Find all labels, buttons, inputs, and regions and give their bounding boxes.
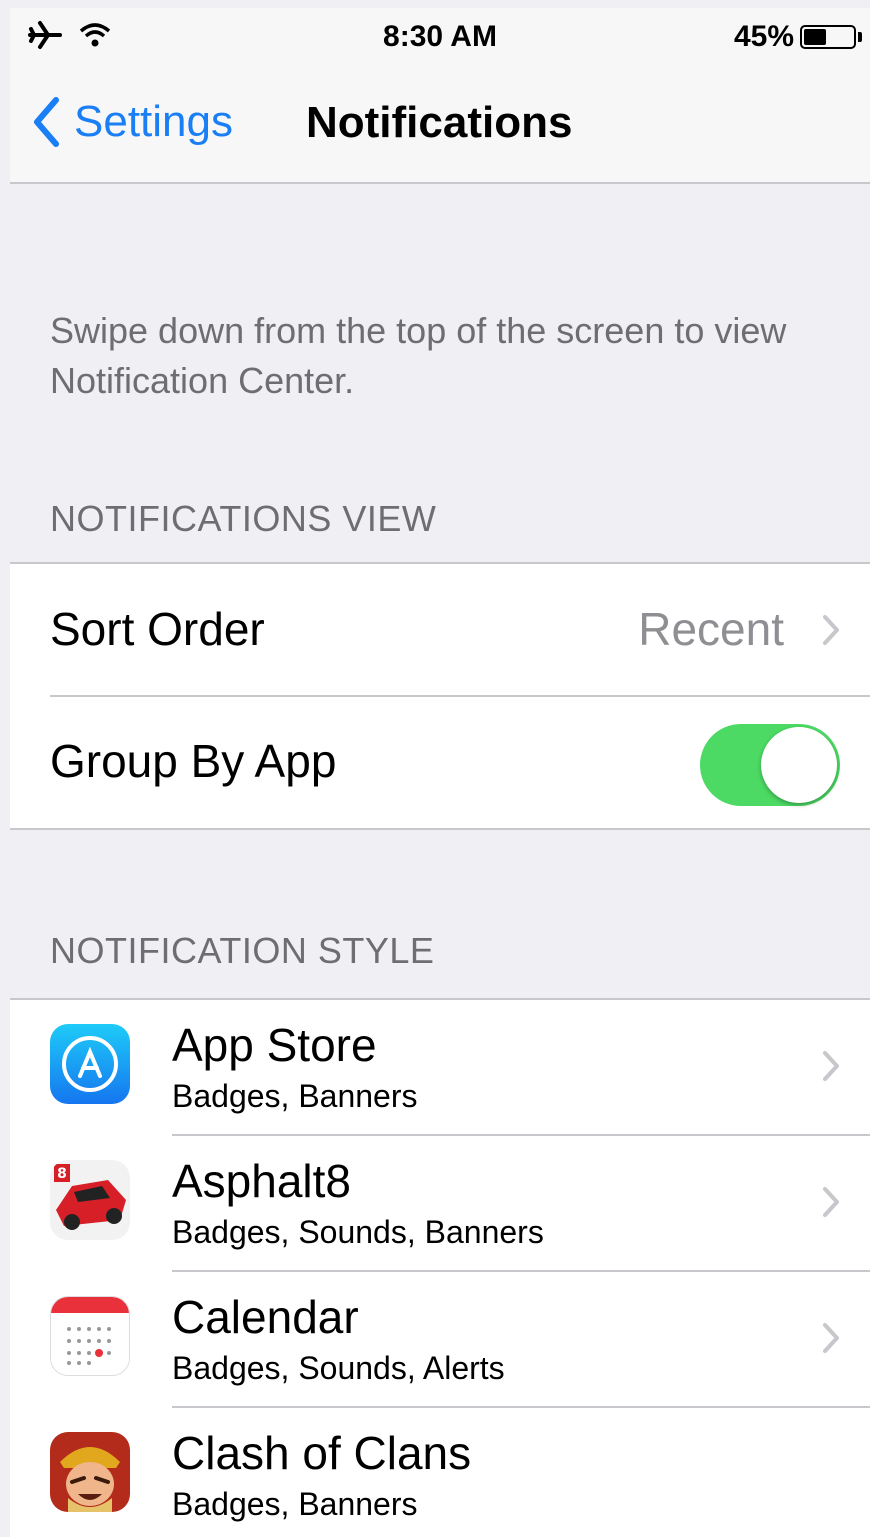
sort-order-label: Sort Order xyxy=(50,603,265,655)
battery-icon xyxy=(800,25,856,49)
back-label: Settings xyxy=(74,97,233,146)
app-name: Calendar xyxy=(172,1291,359,1343)
toggle-knob xyxy=(761,727,837,803)
sort-order-row[interactable]: Sort Order Recent xyxy=(10,564,870,696)
navigation-bar: Settings Notifications xyxy=(10,70,870,184)
clash-of-clans-icon xyxy=(50,1432,130,1512)
section-header-notifications-view: NOTIFICATIONS VIEW xyxy=(50,498,437,539)
chevron-right-icon xyxy=(823,1187,839,1217)
chevron-right-icon xyxy=(823,615,839,645)
settings-screen: 8:30 AM 45% Settings Notifications Swipe… xyxy=(10,8,870,1537)
chevron-left-icon xyxy=(34,97,59,147)
app-row-calendar[interactable]: Calendar Badges, Sounds, Alerts xyxy=(10,1272,870,1408)
chevron-right-icon xyxy=(823,1323,839,1353)
status-bar: 8:30 AM 45% xyxy=(10,8,870,70)
app-notification-types: Badges, Sounds, Banners xyxy=(172,1214,544,1250)
sort-order-value: Recent xyxy=(638,603,784,655)
group-by-app-toggle[interactable] xyxy=(700,724,840,806)
calendar-icon xyxy=(50,1296,130,1376)
notification-style-group: App Store Badges, Banners 8 Asphalt8 Bad… xyxy=(10,998,870,1537)
asphalt8-icon: 8 xyxy=(50,1160,130,1240)
app-name: Clash of Clans xyxy=(172,1427,472,1479)
app-row-asphalt8[interactable]: 8 Asphalt8 Badges, Sounds, Banners xyxy=(10,1136,870,1272)
group-by-app-row: Group By App xyxy=(10,696,870,828)
notifications-view-group: Sort Order Recent Group By App xyxy=(10,562,870,830)
group-by-app-label: Group By App xyxy=(50,735,337,787)
app-notification-types: Badges, Banners xyxy=(172,1486,418,1522)
app-store-icon xyxy=(50,1024,130,1104)
app-name: Asphalt8 xyxy=(172,1155,352,1207)
svg-text:8: 8 xyxy=(57,1166,67,1182)
app-row-app-store[interactable]: App Store Badges, Banners xyxy=(10,1000,870,1136)
app-notification-types: Badges, Sounds, Alerts xyxy=(172,1350,505,1386)
notification-center-hint: Swipe down from the top of the screen to… xyxy=(50,310,787,401)
section-header-notification-style: NOTIFICATION STYLE xyxy=(50,930,435,971)
chevron-right-icon xyxy=(823,1051,839,1081)
back-button[interactable]: Settings xyxy=(32,96,233,148)
page-title: Notifications xyxy=(306,98,573,147)
battery-percentage: 45% xyxy=(733,20,794,53)
app-notification-types: Badges, Banners xyxy=(172,1078,418,1114)
app-name: App Store xyxy=(172,1019,377,1071)
app-row-clash-of-clans[interactable]: Clash of Clans Badges, Banners xyxy=(10,1408,870,1537)
